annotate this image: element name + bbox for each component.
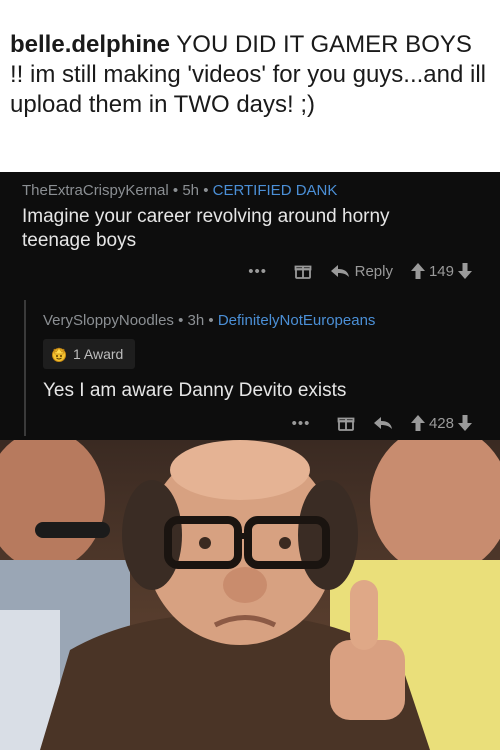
reply-label: Reply	[354, 262, 393, 280]
vote-controls: 428	[410, 414, 472, 432]
comment2-time: 3h	[187, 312, 205, 329]
comment1-body: Imagine your career revolving around hor…	[22, 206, 390, 251]
reply-button[interactable]	[373, 416, 393, 430]
meta-separator: •	[172, 182, 179, 199]
more-options-button[interactable]: •••	[240, 263, 276, 280]
meta-separator: •	[208, 312, 214, 329]
comment2-body: Yes I am aware Danny Devito exists	[43, 380, 347, 401]
comment2-meta: VerySloppyNoodles • 3h • DefinitelyNotEu…	[43, 312, 375, 329]
post-caption: belle.delphine YOU DID IT GAMER BOYS !! …	[0, 0, 500, 172]
award-label: 1 Award	[73, 346, 124, 362]
reply-arrow-icon	[330, 265, 349, 277]
meta-separator: •	[178, 312, 184, 329]
upvote-icon[interactable]	[410, 263, 425, 279]
comment2-author[interactable]: VerySloppyNoodles	[43, 312, 174, 329]
thread-line[interactable]	[24, 300, 26, 436]
meta-separator: •	[203, 182, 209, 199]
reply-arrow-icon	[373, 417, 392, 429]
comment1-actions: ••• Reply 149	[240, 262, 472, 280]
reaction-photo	[0, 440, 500, 750]
award-badge[interactable]: 1 Award	[43, 339, 136, 369]
comment2-score: 428	[428, 414, 454, 432]
upvote-icon[interactable]	[410, 415, 425, 431]
comment2-flair: DefinitelyNotEuropeans	[217, 312, 376, 329]
gift-icon	[294, 265, 312, 279]
reply-button[interactable]: Reply	[330, 263, 393, 280]
more-options-button[interactable]: •••	[283, 415, 319, 432]
downvote-icon[interactable]	[458, 415, 472, 431]
gift-icon	[337, 417, 355, 431]
comment1-author[interactable]: TheExtraCrispyKernal	[22, 182, 169, 199]
comment1-flair: CERTIFIED DANK	[212, 182, 338, 199]
comment2-actions: ••• 428	[283, 414, 472, 432]
caption-username: belle.delphine	[10, 31, 171, 58]
gift-button[interactable]	[337, 414, 355, 432]
comment1-meta: TheExtraCrispyKernal • 5h • CERTIFIED DA…	[22, 182, 337, 199]
comment1-time: 5h	[182, 182, 200, 199]
comment-thread: TheExtraCrispyKernal • 5h • CERTIFIED DA…	[0, 172, 500, 440]
caption-text: belle.delphine YOU DID IT GAMER BOYS !! …	[10, 30, 490, 120]
comment1-score: 149	[428, 262, 454, 280]
photo-illustration	[0, 440, 500, 750]
award-icon	[52, 347, 66, 362]
vote-controls: 149	[410, 262, 472, 280]
gift-button[interactable]	[294, 262, 312, 280]
downvote-icon[interactable]	[458, 263, 472, 279]
